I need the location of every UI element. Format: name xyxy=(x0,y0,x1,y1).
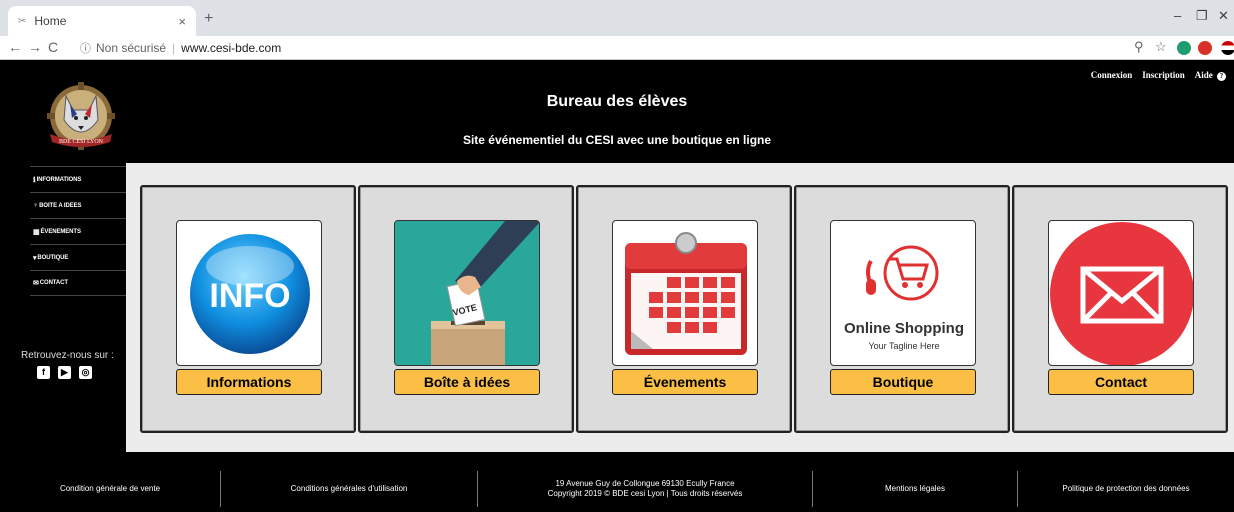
social-links: f ▶ ◎ xyxy=(37,366,92,379)
footer: Condition générale de vente Conditions g… xyxy=(0,465,1234,512)
cgu-link[interactable]: Conditions générales d'utilisation xyxy=(221,471,477,507)
forward-icon[interactable]: → xyxy=(28,39,42,55)
minimize-icon[interactable]: – xyxy=(1174,8,1181,23)
shop-image-subtext: Your Tagline Here xyxy=(868,341,939,351)
follow-us-text: Retrouvez-nous sur : xyxy=(21,350,114,361)
browser-tab[interactable]: ✂ Home × xyxy=(8,6,196,36)
site-info-icon[interactable]: ⓘ xyxy=(80,40,91,56)
login-link[interactable]: Connexion xyxy=(1091,70,1133,81)
sidebar-item-informations[interactable]: ℹ INFORMATIONS xyxy=(30,166,126,192)
contact-image[interactable] xyxy=(1048,220,1194,366)
favicon-icon: ✂ xyxy=(18,15,27,27)
card-evenements: Évenements xyxy=(576,185,792,433)
tab-close-button[interactable]: × xyxy=(178,14,186,29)
close-window-icon[interactable]: ✕ xyxy=(1218,8,1229,24)
calendar-icon: ▦ xyxy=(33,228,40,236)
address-bar: ← → C ⓘ Non sécurisé | www.cesi-bde.com … xyxy=(0,36,1234,60)
boite-a-idees-button[interactable]: Boîte à idées xyxy=(394,369,540,395)
footer-address: 19 Avenue Guy de Collongue 69130 Ecully … xyxy=(555,478,735,488)
cgv-link[interactable]: Condition générale de vente xyxy=(0,471,220,507)
extension-icon[interactable] xyxy=(1198,41,1212,55)
footer-address-block: 19 Avenue Guy de Collongue 69130 Ecully … xyxy=(478,471,812,507)
signup-link[interactable]: Inscription xyxy=(1142,70,1185,81)
card-informations: INFO Informations xyxy=(140,185,356,433)
cart-icon: ▾ xyxy=(33,254,37,262)
envelope-icon: ✉ xyxy=(33,280,39,287)
sidebar-item-boutique[interactable]: ▾ BOUTIQUE xyxy=(30,244,126,270)
help-link[interactable]: Aide ? xyxy=(1195,70,1226,81)
lightbulb-icon: ♀ xyxy=(33,202,39,209)
card-boite-a-idees: VOTE Boîte à idées xyxy=(358,185,574,433)
bookmark-star-icon[interactable]: ☆ xyxy=(1155,39,1167,55)
page: BDE CESI LYON Bureau des élèves Site évé… xyxy=(0,60,1234,512)
shop-image-text: Online Shopping xyxy=(844,320,964,337)
help-icon: ? xyxy=(1217,72,1226,81)
mentions-legales-link[interactable]: Mentions légales xyxy=(813,471,1017,507)
boutique-button[interactable]: Boutique xyxy=(830,369,976,395)
youtube-icon[interactable]: ▶ xyxy=(58,366,71,379)
info-image-text: INFO xyxy=(209,277,290,315)
contact-button[interactable]: Contact xyxy=(1048,369,1194,395)
sidebar-item-evenements[interactable]: ▦ ÉVENEMENTS xyxy=(30,218,126,244)
zoom-icon[interactable]: ⚲ xyxy=(1134,39,1144,55)
main-content: INFO Informations VOTE Boîte à idées Éve… xyxy=(126,163,1234,452)
browser-tabbar: ✂ Home × + – ❐ ✕ xyxy=(0,0,1234,36)
instagram-icon[interactable]: ◎ xyxy=(79,366,92,379)
footer-copyright: Copyright 2019 © BDE cesi Lyon | Tous dr… xyxy=(547,488,743,498)
flag-extension-icon[interactable] xyxy=(1221,41,1234,55)
extension-icon[interactable] xyxy=(1177,41,1191,55)
sidebar-item-label: ÉVENEMENTS xyxy=(40,228,81,235)
sidebar-item-contact[interactable]: ✉ CONTACT xyxy=(30,270,126,296)
url-input[interactable]: ⓘ Non sécurisé | www.cesi-bde.com xyxy=(80,38,1130,58)
reload-icon[interactable]: C xyxy=(48,39,58,55)
restore-icon[interactable]: ❐ xyxy=(1196,8,1208,24)
security-label: Non sécurisé xyxy=(96,41,167,55)
sidebar-item-label: CONTACT xyxy=(39,280,68,286)
card-boutique: Online Shopping Your Tagline Here Boutiq… xyxy=(794,185,1010,433)
vote-image[interactable]: VOTE xyxy=(394,220,540,366)
site-subtitle: Site événementiel du CESI avec une bouti… xyxy=(462,133,772,147)
url-text: www.cesi-bde.com xyxy=(181,41,282,55)
sidebar-item-label: BOUTIQUE xyxy=(37,254,69,261)
shop-image[interactable]: Online Shopping Your Tagline Here xyxy=(830,220,976,366)
evenements-button[interactable]: Évenements xyxy=(612,369,758,395)
tab-title: Home xyxy=(34,14,67,28)
informations-button[interactable]: Informations xyxy=(176,369,322,395)
sidebar-item-label: BOITE A IDEES xyxy=(39,202,82,209)
account-links: Connexion Inscription Aide ? xyxy=(1091,70,1226,81)
facebook-icon[interactable]: f xyxy=(37,366,50,379)
help-link-label: Aide xyxy=(1194,70,1213,80)
calendar-image[interactable] xyxy=(612,220,758,366)
back-icon[interactable]: ← xyxy=(8,39,22,55)
sidebar-item-boite-a-idees[interactable]: ♀ BOITE A IDEES xyxy=(30,192,126,218)
site-title: Bureau des élèves xyxy=(546,93,688,110)
privacy-policy-link[interactable]: Politique de protection des données xyxy=(1018,471,1234,507)
sidebar-item-label: INFORMATIONS xyxy=(36,176,82,183)
new-tab-button[interactable]: + xyxy=(204,10,213,28)
card-contact: Contact xyxy=(1012,185,1228,433)
sidebar-nav: ℹ INFORMATIONS ♀ BOITE A IDEES ▦ ÉVENEME… xyxy=(30,166,126,296)
info-icon: ℹ xyxy=(33,176,36,184)
info-image[interactable]: INFO xyxy=(176,220,322,366)
url-separator: | xyxy=(172,41,176,55)
